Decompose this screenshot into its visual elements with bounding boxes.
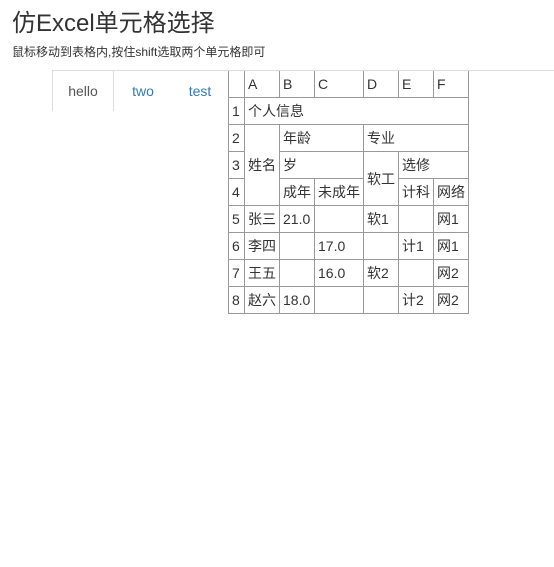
column-header-row: A B C D E F (228, 71, 469, 98)
cell-software-eng[interactable]: 软工 (363, 151, 399, 206)
table-row: 5 张三 21.0 软1 网1 (228, 205, 469, 233)
cell[interactable]: 李四 (244, 232, 280, 260)
cell-adult[interactable]: 成年 (279, 178, 315, 206)
table-row: 2 姓名 年龄 专业 (228, 124, 469, 206)
cell[interactable]: 计2 (398, 286, 434, 314)
tab-bar: hello two test (52, 71, 228, 111)
cell[interactable]: 网1 (433, 205, 469, 233)
column-header-f[interactable]: F (433, 71, 469, 98)
cell[interactable]: 软2 (363, 259, 399, 287)
cell[interactable] (314, 286, 364, 314)
cell[interactable] (398, 259, 434, 287)
cell[interactable]: 16.0 (314, 259, 364, 287)
tab-hello[interactable]: hello (52, 71, 114, 111)
cell[interactable]: 赵六 (244, 286, 280, 314)
row-number[interactable]: 6 (228, 232, 245, 260)
column-header-e[interactable]: E (398, 71, 434, 98)
cell[interactable]: 张三 (244, 205, 280, 233)
cell[interactable]: 计1 (398, 232, 434, 260)
cell-age[interactable]: 年龄 (279, 124, 364, 152)
column-header-a[interactable]: A (244, 71, 280, 98)
column-header-c[interactable]: C (314, 71, 364, 98)
cell[interactable] (279, 259, 315, 287)
cell-minor[interactable]: 未成年 (314, 178, 364, 206)
table-row: 1 个人信息 (228, 97, 469, 125)
cell[interactable]: 网2 (433, 286, 469, 314)
tab-test[interactable]: test (172, 71, 228, 111)
cell-name[interactable]: 姓名 (244, 124, 280, 206)
cell[interactable]: 软1 (363, 205, 399, 233)
cell-personal-info[interactable]: 个人信息 (244, 97, 469, 125)
cell[interactable]: 网1 (433, 232, 469, 260)
cell[interactable] (314, 205, 364, 233)
table-row: 7 王五 16.0 软2 网2 (228, 259, 469, 287)
cell[interactable]: 17.0 (314, 232, 364, 260)
cell[interactable] (363, 232, 399, 260)
cell[interactable]: 18.0 (279, 286, 315, 314)
row-number[interactable]: 3 (228, 151, 245, 179)
row-number[interactable]: 4 (228, 178, 245, 206)
cell[interactable] (398, 205, 434, 233)
row-number[interactable]: 5 (228, 205, 245, 233)
table-row: 6 李四 17.0 计1 网1 (228, 232, 469, 260)
row-number[interactable]: 8 (228, 286, 245, 314)
corner-cell[interactable] (228, 71, 245, 98)
page-title: 仿Excel单元格选择 (12, 10, 215, 37)
cell-network[interactable]: 网络 (433, 178, 469, 206)
cell[interactable]: 21.0 (279, 205, 315, 233)
row-number[interactable]: 2 (228, 124, 245, 152)
cell[interactable]: 网2 (433, 259, 469, 287)
row-number[interactable]: 7 (228, 259, 245, 287)
cell-major[interactable]: 专业 (363, 124, 469, 152)
column-header-b[interactable]: B (279, 71, 315, 98)
cell[interactable] (363, 286, 399, 314)
cell[interactable]: 王五 (244, 259, 280, 287)
tab-two[interactable]: two (114, 71, 172, 111)
table-row: 8 赵六 18.0 计2 网2 (228, 286, 469, 314)
cell-cs[interactable]: 计科 (398, 178, 434, 206)
column-header-d[interactable]: D (363, 71, 399, 98)
cell-elective[interactable]: 选修 (398, 151, 469, 179)
spreadsheet-table: A B C D E F 1 个人信息 2 姓名 年龄 专业 3 岁 软工 选修 … (228, 71, 469, 314)
row-number[interactable]: 1 (228, 97, 245, 125)
cell[interactable] (279, 232, 315, 260)
cell-years[interactable]: 岁 (279, 151, 364, 179)
page-subtitle: 鼠标移动到表格内,按住shift选取两个单元格即可 (12, 45, 266, 59)
